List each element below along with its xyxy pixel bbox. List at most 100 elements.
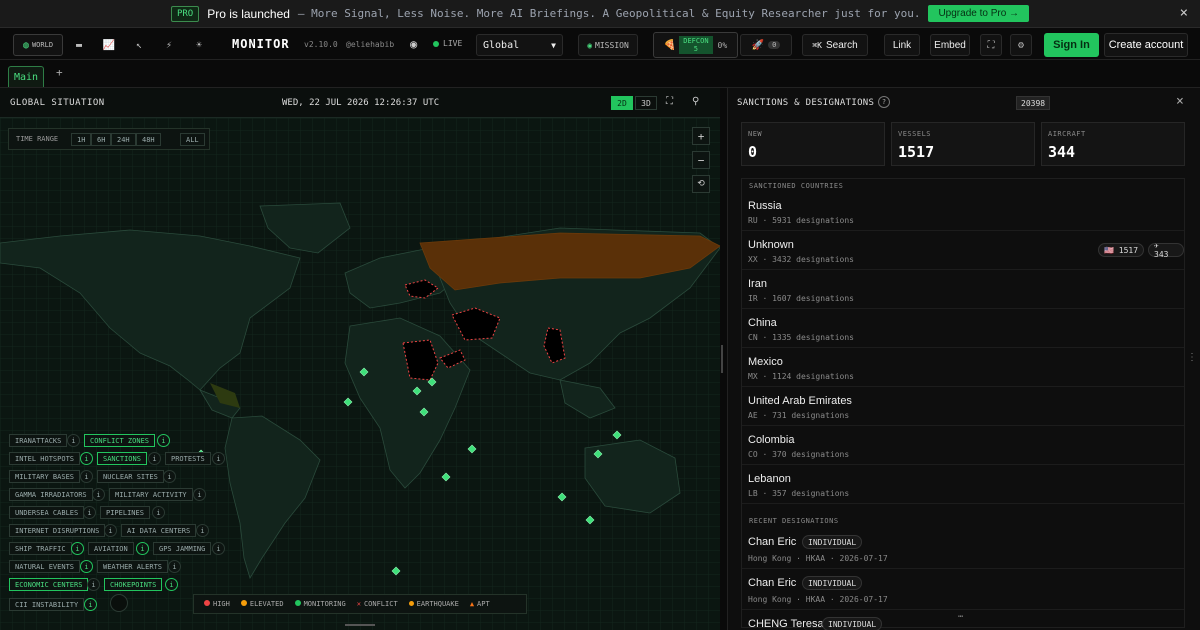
more-dots-icon[interactable]: ⋯ (958, 612, 963, 622)
lightning-icon[interactable]: ⚡ (159, 34, 179, 56)
info-icon[interactable]: i (212, 452, 225, 465)
fullscreen-icon[interactable]: ⛶ (980, 34, 1002, 56)
info-icon[interactable]: i (165, 578, 178, 591)
layer-sanctions[interactable]: SANCTIONS (97, 452, 147, 465)
layer-aviation[interactable]: AVIATION (88, 542, 134, 555)
range-24h[interactable]: 24H (111, 133, 136, 146)
country-row[interactable]: Lebanon LB · 357 designations (742, 465, 1184, 504)
layer-chokepoints[interactable]: CHOKEPOINTS (104, 578, 163, 591)
layer-intel-hotspots[interactable]: INTEL HOTSPOTS (9, 452, 81, 465)
layer-economic-centers[interactable]: ECONOMIC CENTERS (9, 578, 89, 591)
info-icon[interactable]: i (212, 542, 225, 555)
close-banner-icon[interactable]: × (1180, 5, 1188, 21)
range-48h[interactable]: 48H (136, 133, 161, 146)
country-row[interactable]: Colombia CO · 370 designations (742, 426, 1184, 465)
layer-gamma-irradiators[interactable]: GAMMA IRRADIATORS (9, 488, 93, 501)
zoom-in-button[interactable]: + (692, 127, 710, 145)
mission-button[interactable]: ◉ MISSION (578, 34, 638, 56)
country-row[interactable]: Iran IR · 1607 designations (742, 270, 1184, 309)
designation-row[interactable]: Chan Eric INDIVIDUAL Hong Kong · HKAA · … (742, 528, 1184, 569)
embed-button[interactable]: Embed (930, 34, 970, 56)
sun-icon[interactable]: ☀ (189, 34, 209, 56)
reset-view-icon[interactable]: ⟲ (692, 175, 710, 193)
layer-nuclear-sites[interactable]: NUCLEAR SITES (97, 470, 164, 483)
info-icon[interactable]: i (80, 560, 93, 573)
info-icon[interactable]: i (163, 470, 176, 483)
range-1h[interactable]: 1H (71, 133, 92, 146)
zoom-out-button[interactable]: − (692, 151, 710, 169)
layer-gps-jamming[interactable]: GPS JAMMING (153, 542, 212, 555)
info-icon[interactable]: i (196, 524, 209, 537)
world-button[interactable]: ◍ WORLD (13, 34, 63, 56)
help-icon[interactable]: ? (878, 96, 890, 108)
defcon-widget[interactable]: 🍕 DEFCON 5 0% (653, 32, 738, 58)
monitor-icon[interactable]: ▬ (69, 34, 89, 56)
tab-main[interactable]: Main (8, 66, 44, 87)
info-icon[interactable]: i (84, 598, 97, 611)
layer-natural-events[interactable]: NATURAL EVENTS (9, 560, 81, 573)
info-icon[interactable]: i (92, 488, 105, 501)
info-icon[interactable]: i (80, 452, 93, 465)
view-3d-button[interactable]: 3D (635, 96, 657, 110)
info-icon[interactable]: i (136, 542, 149, 555)
info-icon[interactable]: i (80, 470, 93, 483)
pin-icon[interactable]: ⚲ (692, 96, 699, 107)
aircraft-count-badge: ✈ 343 (1148, 241, 1184, 259)
layer-protests[interactable]: PROTESTS (165, 452, 211, 465)
info-icon[interactable]: i (168, 560, 181, 573)
author-handle[interactable]: @eliehabib (346, 40, 394, 49)
view-2d-button[interactable]: 2D (611, 96, 633, 110)
github-icon[interactable]: ◉ (410, 37, 417, 51)
layer-ship-traffic[interactable]: SHIP TRAFFIC (9, 542, 72, 555)
search-button[interactable]: ⌘K Search (802, 34, 868, 56)
region-select[interactable]: Global ▼ (476, 34, 563, 56)
info-icon[interactable]: i (104, 524, 117, 537)
info-icon[interactable]: i (87, 578, 100, 591)
designation-row[interactable]: Chan Eric INDIVIDUAL Hong Kong · HKAA · … (742, 569, 1184, 610)
country-row[interactable]: Unknown XX · 3432 designations 🇺🇸 1517 ✈ … (742, 231, 1184, 270)
country-row[interactable]: Russia RU · 5931 designations (742, 192, 1184, 231)
country-row[interactable]: Mexico MX · 1124 designations (742, 348, 1184, 387)
add-tab-button[interactable]: + (56, 66, 63, 79)
layer-weather-alerts[interactable]: WEATHER ALERTS (97, 560, 169, 573)
resize-handle[interactable] (345, 624, 375, 626)
range-6h[interactable]: 6H (91, 133, 112, 146)
layer-military-bases[interactable]: MILITARY BASES (9, 470, 81, 483)
layer-pipelines[interactable]: PIPELINES (100, 506, 150, 519)
info-icon[interactable]: i (83, 506, 96, 519)
info-icon[interactable]: i (71, 542, 84, 555)
panel-menu-icon[interactable]: ⋮ (1187, 352, 1197, 363)
layer-military-activity[interactable]: MILITARY ACTIVITY (109, 488, 193, 501)
layer-iranattacks[interactable]: IRANATTACKS (9, 434, 68, 447)
info-icon[interactable]: i (67, 434, 80, 447)
world-map[interactable]: TIME RANGE 1H 6H 24H 48H ALL + − ⟲ IRANA… (0, 118, 720, 630)
alerts-button[interactable]: 🚀 0 (740, 34, 792, 56)
gear-icon[interactable]: ⚙ (1010, 34, 1032, 56)
expand-icon[interactable]: ⛶ (666, 96, 673, 107)
layer-internet-disruptions[interactable]: INTERNET DISRUPTIONS (9, 524, 106, 537)
range-all[interactable]: ALL (180, 133, 205, 146)
info-icon[interactable]: i (157, 434, 170, 447)
country-row[interactable]: United Arab Emirates AE · 731 designation… (742, 387, 1184, 426)
country-row[interactable]: China CN · 1335 designations (742, 309, 1184, 348)
layer-undersea-cables[interactable]: UNDERSEA CABLES (9, 506, 85, 519)
defcon-badge: DEFCON 5 (679, 36, 713, 54)
cursor-icon[interactable]: ↖ (129, 34, 149, 56)
info-icon[interactable]: i (148, 452, 161, 465)
promo-banner: PRO Pro is launched — More Signal, Less … (0, 0, 1200, 28)
info-icon[interactable]: i (152, 506, 165, 519)
layer-cii-instability[interactable]: CII INSTABILITY (9, 598, 85, 611)
close-panel-icon[interactable]: × (1176, 94, 1184, 109)
panel-splitter[interactable] (721, 345, 723, 373)
layer-ai-data-centers[interactable]: AI DATA CENTERS (121, 524, 197, 537)
upgrade-button[interactable]: Upgrade to Pro → (928, 5, 1030, 22)
stat-new: NEW 0 (741, 122, 885, 166)
link-button[interactable]: Link (884, 34, 920, 56)
layer-conflict-zones[interactable]: CONFLICT ZONES (84, 434, 156, 447)
time-range-bar: TIME RANGE 1H 6H 24H 48H ALL (8, 128, 210, 150)
sign-in-button[interactable]: Sign In (1044, 33, 1099, 57)
chart-icon[interactable]: 📈 (99, 34, 119, 56)
layer-collapse-button[interactable] (110, 594, 128, 612)
create-account-button[interactable]: Create account (1104, 33, 1188, 57)
info-icon[interactable]: i (193, 488, 206, 501)
